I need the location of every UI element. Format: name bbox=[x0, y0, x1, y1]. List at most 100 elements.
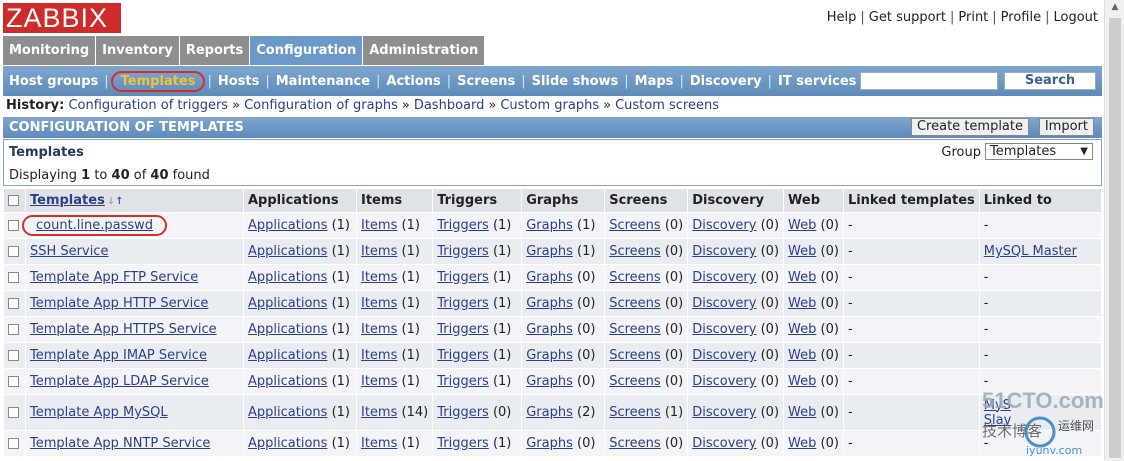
triggers-link[interactable]: Triggers bbox=[437, 374, 489, 389]
web-link[interactable]: Web bbox=[788, 244, 816, 259]
items-link[interactable]: Items bbox=[361, 374, 397, 389]
screens-link[interactable]: Screens bbox=[609, 348, 660, 363]
discovery-link[interactable]: Discovery bbox=[692, 270, 756, 285]
triggers-link[interactable]: Triggers bbox=[437, 296, 489, 311]
screens-link[interactable]: Screens bbox=[609, 436, 660, 451]
triggers-link[interactable]: Triggers bbox=[437, 244, 489, 259]
graphs-link[interactable]: Graphs bbox=[526, 218, 573, 233]
zabbix-logo[interactable]: ZABBIX bbox=[3, 3, 121, 33]
subnav-actions[interactable]: Actions bbox=[382, 74, 444, 89]
triggers-link[interactable]: Triggers bbox=[437, 348, 489, 363]
discovery-link[interactable]: Discovery bbox=[692, 436, 756, 451]
history-item[interactable]: Dashboard bbox=[414, 98, 485, 113]
subnav-hosts[interactable]: Hosts bbox=[214, 74, 264, 89]
screens-link[interactable]: Screens bbox=[609, 405, 660, 420]
create-template-button[interactable]: Create template bbox=[910, 118, 1029, 136]
graphs-link[interactable]: Graphs bbox=[526, 296, 573, 311]
apps-link[interactable]: Applications bbox=[248, 348, 327, 363]
linked-to-link[interactable]: MySQL Master bbox=[984, 244, 1077, 259]
items-link[interactable]: Items bbox=[361, 218, 397, 233]
apps-link[interactable]: Applications bbox=[248, 244, 327, 259]
history-item[interactable]: Custom screens bbox=[615, 98, 719, 113]
discovery-link[interactable]: Discovery bbox=[692, 244, 756, 259]
subnav-maps[interactable]: Maps bbox=[631, 74, 678, 89]
triggers-link[interactable]: Triggers bbox=[437, 270, 489, 285]
row-checkbox[interactable] bbox=[8, 246, 19, 257]
help-link[interactable]: Help bbox=[827, 10, 857, 25]
scroll-thumb[interactable] bbox=[1109, 18, 1121, 458]
template-name-link[interactable]: Template App HTTPS Service bbox=[30, 322, 217, 337]
web-link[interactable]: Web bbox=[788, 296, 816, 311]
discovery-link[interactable]: Discovery bbox=[692, 218, 756, 233]
apps-link[interactable]: Applications bbox=[248, 405, 327, 420]
screens-link[interactable]: Screens bbox=[609, 322, 660, 337]
subnav-slide-shows[interactable]: Slide shows bbox=[528, 74, 623, 89]
discovery-link[interactable]: Discovery bbox=[692, 322, 756, 337]
template-name-link[interactable]: Template App IMAP Service bbox=[30, 348, 207, 363]
group-select[interactable]: Templates ▼ bbox=[985, 143, 1093, 160]
triggers-link[interactable]: Triggers bbox=[437, 218, 489, 233]
row-checkbox[interactable] bbox=[8, 350, 19, 361]
web-link[interactable]: Web bbox=[788, 218, 816, 233]
graphs-link[interactable]: Graphs bbox=[526, 348, 573, 363]
history-item[interactable]: Configuration of triggers bbox=[68, 98, 228, 113]
screens-link[interactable]: Screens bbox=[609, 270, 660, 285]
subnav-discovery[interactable]: Discovery bbox=[686, 74, 766, 89]
apps-link[interactable]: Applications bbox=[248, 218, 327, 233]
select-all-checkbox[interactable] bbox=[8, 195, 19, 206]
get-support-link[interactable]: Get support bbox=[869, 10, 946, 25]
web-link[interactable]: Web bbox=[788, 322, 816, 337]
discovery-link[interactable]: Discovery bbox=[692, 374, 756, 389]
screens-link[interactable]: Screens bbox=[609, 218, 660, 233]
logout-link[interactable]: Logout bbox=[1053, 10, 1098, 25]
triggers-link[interactable]: Triggers bbox=[437, 322, 489, 337]
tab-inventory[interactable]: Inventory bbox=[96, 36, 180, 65]
vertical-scrollbar[interactable]: ▲ bbox=[1104, 0, 1124, 461]
discovery-link[interactable]: Discovery bbox=[692, 405, 756, 420]
items-link[interactable]: Items bbox=[361, 322, 397, 337]
graphs-link[interactable]: Graphs bbox=[526, 405, 573, 420]
apps-link[interactable]: Applications bbox=[248, 296, 327, 311]
triggers-link[interactable]: Triggers bbox=[437, 405, 489, 420]
subnav-screens[interactable]: Screens bbox=[453, 74, 519, 89]
col-templates[interactable]: Templates ↓↑ bbox=[25, 188, 244, 213]
graphs-link[interactable]: Graphs bbox=[526, 436, 573, 451]
history-item[interactable]: Configuration of graphs bbox=[244, 98, 398, 113]
template-name-link[interactable]: Template App MySQL bbox=[30, 405, 168, 420]
template-name-link[interactable]: Template App HTTP Service bbox=[30, 296, 208, 311]
apps-link[interactable]: Applications bbox=[248, 270, 327, 285]
print-link[interactable]: Print bbox=[958, 10, 988, 25]
scroll-up-arrow-icon[interactable]: ▲ bbox=[1108, 2, 1122, 16]
row-checkbox[interactable] bbox=[8, 220, 19, 231]
template-name-link[interactable]: count.line.passwd bbox=[22, 215, 168, 236]
graphs-link[interactable]: Graphs bbox=[526, 244, 573, 259]
subnav-it-services[interactable]: IT services bbox=[774, 74, 860, 89]
apps-link[interactable]: Applications bbox=[248, 322, 327, 337]
screens-link[interactable]: Screens bbox=[609, 244, 660, 259]
web-link[interactable]: Web bbox=[788, 270, 816, 285]
graphs-link[interactable]: Graphs bbox=[526, 322, 573, 337]
tab-configuration[interactable]: Configuration bbox=[250, 36, 364, 65]
apps-link[interactable]: Applications bbox=[248, 436, 327, 451]
search-input[interactable] bbox=[860, 72, 998, 90]
web-link[interactable]: Web bbox=[788, 436, 816, 451]
row-checkbox[interactable] bbox=[8, 376, 19, 387]
items-link[interactable]: Items bbox=[361, 244, 397, 259]
template-name-link[interactable]: Template App NNTP Service bbox=[30, 436, 210, 451]
apps-link[interactable]: Applications bbox=[248, 374, 327, 389]
items-link[interactable]: Items bbox=[361, 348, 397, 363]
tab-reports[interactable]: Reports bbox=[179, 36, 251, 65]
template-name-link[interactable]: SSH Service bbox=[30, 244, 108, 259]
subnav-templates[interactable]: Templates bbox=[110, 70, 206, 92]
template-name-link[interactable]: Template App LDAP Service bbox=[30, 374, 209, 389]
history-item[interactable]: Custom graphs bbox=[500, 98, 599, 113]
row-checkbox[interactable] bbox=[8, 272, 19, 283]
subnav-host-groups[interactable]: Host groups bbox=[5, 74, 102, 89]
row-checkbox[interactable] bbox=[8, 438, 19, 449]
subnav-maintenance[interactable]: Maintenance bbox=[272, 74, 374, 89]
web-link[interactable]: Web bbox=[788, 374, 816, 389]
triggers-link[interactable]: Triggers bbox=[437, 436, 489, 451]
items-link[interactable]: Items bbox=[361, 405, 397, 420]
items-link[interactable]: Items bbox=[361, 296, 397, 311]
discovery-link[interactable]: Discovery bbox=[692, 296, 756, 311]
